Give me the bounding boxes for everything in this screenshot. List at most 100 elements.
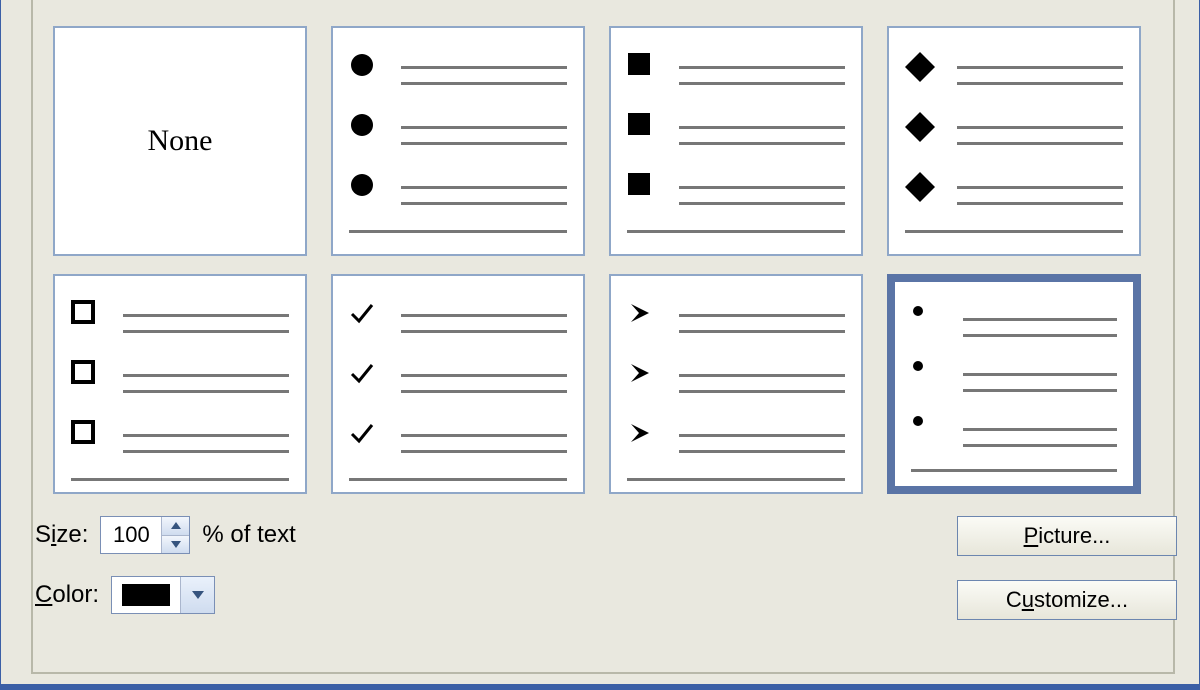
square-hollow-icon — [71, 420, 95, 444]
preview-line — [401, 82, 567, 85]
preview-line — [679, 434, 845, 437]
color-swatch-fill — [122, 584, 170, 606]
preview-line — [123, 330, 289, 333]
preview-line — [679, 330, 845, 333]
preview-line — [963, 334, 1117, 337]
color-swatch[interactable] — [112, 577, 180, 613]
bullet-option-disc-large[interactable] — [331, 26, 585, 256]
arrowhead-icon — [627, 300, 653, 326]
bullet-option-square-solid[interactable] — [609, 26, 863, 256]
preview-line — [401, 390, 567, 393]
bullet-option-preview — [65, 286, 295, 482]
preview-line — [957, 66, 1123, 69]
preview-line — [679, 186, 845, 189]
square-solid-icon — [627, 112, 651, 136]
preview-line — [349, 478, 567, 481]
square-solid-icon — [627, 52, 651, 76]
diamond-icon — [905, 172, 935, 202]
preview-line — [679, 202, 845, 205]
preview-line — [911, 469, 1117, 472]
size-spinner[interactable] — [100, 516, 190, 554]
disc-large-icon — [349, 172, 375, 198]
preview-line — [627, 230, 845, 233]
dot-small-icon — [911, 414, 925, 428]
chevron-down-icon — [192, 591, 204, 599]
preview-line — [679, 390, 845, 393]
arrowhead-icon — [627, 360, 653, 386]
preview-line — [679, 450, 845, 453]
preview-line — [71, 478, 289, 481]
preview-line — [401, 434, 567, 437]
preview-line — [679, 126, 845, 129]
preview-line — [401, 186, 567, 189]
preview-line — [679, 66, 845, 69]
dot-small-icon — [911, 304, 925, 318]
bullet-option-preview: None — [65, 38, 295, 244]
picture-button[interactable]: Picture... — [957, 516, 1177, 556]
bullet-option-preview — [621, 38, 851, 244]
preview-line — [123, 434, 289, 437]
bullet-option-preview — [343, 38, 573, 244]
check-icon — [349, 300, 375, 326]
bullet-option-diamond[interactable] — [887, 26, 1141, 256]
preview-line — [957, 126, 1123, 129]
preview-line — [957, 82, 1123, 85]
preview-line — [957, 202, 1123, 205]
bullet-option-preview — [621, 286, 851, 482]
color-picker[interactable] — [111, 576, 215, 614]
preview-line — [123, 374, 289, 377]
square-solid-icon — [627, 172, 651, 196]
check-icon — [349, 360, 375, 386]
chevron-up-icon — [171, 522, 181, 529]
square-hollow-icon — [71, 360, 95, 384]
preview-line — [679, 82, 845, 85]
bullet-option-square-hollow[interactable] — [53, 274, 307, 494]
color-label: Color: — [35, 581, 99, 609]
size-input[interactable] — [101, 517, 161, 553]
bullet-option-dot-small[interactable] — [887, 274, 1141, 494]
preview-line — [963, 318, 1117, 321]
preview-line — [401, 330, 567, 333]
size-spin-up[interactable] — [162, 517, 189, 536]
bullet-option-preview — [905, 292, 1123, 476]
preview-line — [401, 126, 567, 129]
customize-button[interactable]: Customize... — [957, 580, 1177, 620]
chevron-down-icon — [171, 541, 181, 548]
preview-line — [401, 142, 567, 145]
preview-line — [679, 142, 845, 145]
preview-line — [963, 373, 1117, 376]
preview-line — [957, 142, 1123, 145]
preview-line — [401, 374, 567, 377]
preview-line — [401, 66, 567, 69]
preview-line — [123, 450, 289, 453]
square-hollow-icon — [71, 300, 95, 324]
disc-large-icon — [349, 52, 375, 78]
bullet-option-check[interactable] — [331, 274, 585, 494]
none-label: None — [65, 38, 295, 244]
preview-line — [957, 186, 1123, 189]
bullet-option-preview — [343, 286, 573, 482]
bullet-option-none[interactable]: None — [53, 26, 307, 256]
preview-line — [679, 374, 845, 377]
color-dropdown-button[interactable] — [180, 577, 214, 613]
size-suffix: % of text — [202, 521, 295, 549]
preview-line — [123, 390, 289, 393]
preview-line — [679, 314, 845, 317]
diamond-icon — [905, 52, 935, 82]
preview-line — [401, 450, 567, 453]
disc-large-icon — [349, 112, 375, 138]
size-spin-buttons[interactable] — [161, 517, 189, 553]
bullet-option-arrowhead[interactable] — [609, 274, 863, 494]
preview-line — [627, 478, 845, 481]
preview-line — [123, 314, 289, 317]
preview-line — [905, 230, 1123, 233]
size-spin-down[interactable] — [162, 536, 189, 554]
diamond-icon — [905, 112, 935, 142]
dialog-frame: Bulleted Numbered None Size: % of text C… — [0, 0, 1200, 690]
check-icon — [349, 420, 375, 446]
preview-line — [401, 314, 567, 317]
preview-line — [349, 230, 567, 233]
preview-line — [401, 202, 567, 205]
arrowhead-icon — [627, 420, 653, 446]
preview-line — [963, 444, 1117, 447]
